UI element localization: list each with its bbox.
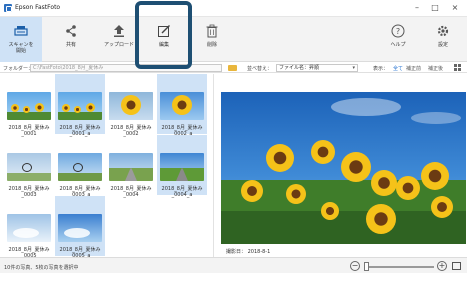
sort-select-value: ファイル名：昇順: [279, 65, 320, 71]
chevron-down-icon: ▾: [352, 65, 355, 71]
folder-bar: フォルダー： C:\FastFoto\2018_8月_夏休み 並べ替え： ファイ…: [0, 62, 467, 73]
folder-browse-icon[interactable]: [228, 65, 237, 71]
thumbnail-item[interactable]: 2018_8月_夏休み _0004_a: [157, 135, 207, 198]
photo-thumbnail: [58, 153, 102, 181]
settings-label: 設定: [437, 42, 448, 48]
zoom-out-button[interactable]: −: [350, 261, 360, 271]
thumbnail-item[interactable]: 2018_8月_夏休み _0001_a: [55, 74, 105, 137]
help-button[interactable]: ? ヘルプ: [380, 17, 416, 62]
status-text: 10件の写真、5枚の写真を選択中: [4, 265, 79, 271]
toolbar: スキャンを 開始 共有 アップロード 編集 削除 ? ヘルプ 設定: [0, 17, 467, 62]
sort-label: 並べ替え：: [247, 66, 273, 72]
delete-button[interactable]: 削除: [192, 17, 232, 62]
thumbnail-item[interactable]: 2018_8月_夏休み _0003_a: [55, 135, 105, 198]
photo-thumbnail: [109, 153, 153, 181]
photo-thumbnail: [109, 92, 153, 120]
settings-button[interactable]: 設定: [424, 17, 462, 62]
grid-view-icon[interactable]: [454, 64, 462, 71]
minimize-button[interactable]: –: [410, 2, 424, 14]
thumbnail-caption: 2018_8月_夏休み _0004_a: [161, 186, 203, 198]
thumbnail-item[interactable]: 2018_8月_夏休み _0001: [4, 74, 54, 137]
display-label: 表示：: [373, 66, 389, 72]
scan-button[interactable]: スキャンを 開始: [0, 17, 42, 62]
thumbnail-item[interactable]: 2018_8月_夏休み _0005: [4, 196, 54, 259]
share-button[interactable]: 共有: [50, 17, 92, 62]
filter-all[interactable]: 全て: [393, 65, 403, 72]
status-bar: 10件の写真、5枚の写真を選択中 − +: [0, 257, 467, 273]
shot-date: 撮影日： 2018-8-1: [226, 249, 271, 255]
sort-select[interactable]: ファイル名：昇順 ▾: [276, 64, 358, 72]
edit-highlight-frame: [135, 1, 192, 69]
photo-thumbnail: [58, 92, 102, 120]
title-bar: Epson FastFoto – □ ×: [0, 0, 467, 17]
share-label: 共有: [65, 42, 76, 48]
thumbnail-item[interactable]: 2018_8月_夏休み _0002_a: [157, 74, 207, 137]
upload-icon: [114, 25, 124, 37]
filter-before[interactable]: 補正前: [406, 65, 421, 72]
zoom-in-button[interactable]: +: [437, 261, 447, 271]
zoom-slider[interactable]: [366, 266, 434, 268]
help-icon: ?: [391, 24, 405, 38]
share-icon: [66, 25, 76, 37]
trash-icon: [206, 24, 218, 38]
preview-foliage-dark: [221, 210, 466, 244]
photo-thumbnail: [7, 92, 51, 120]
app-logo-icon: [4, 4, 12, 12]
folder-path-field[interactable]: C:\FastFoto\2018_8月_夏休み: [30, 64, 222, 72]
photo-thumbnail: [7, 153, 51, 181]
folder-label: フォルダー：: [3, 66, 34, 72]
fit-view-icon[interactable]: [452, 262, 461, 270]
pane-divider[interactable]: [213, 74, 214, 257]
gear-icon: [437, 25, 449, 37]
photo-thumbnail: [160, 153, 204, 181]
zoom-slider-handle[interactable]: [364, 262, 369, 271]
thumbnail-item[interactable]: 2018_8月_夏休み _0004: [106, 135, 156, 198]
photo-thumbnail: [7, 214, 51, 242]
photo-thumbnail: [58, 214, 102, 242]
scanner-icon: [14, 26, 28, 36]
thumbnail-grid: 2018_8月_夏休み _0001 2018_8月_夏休み _0001_a 20…: [0, 74, 213, 259]
thumbnail-item[interactable]: 2018_8月_夏休み _0005_a: [55, 196, 105, 259]
app-title: Epson FastFoto: [15, 4, 61, 11]
thumbnail-item[interactable]: 2018_8月_夏休み _0002: [106, 74, 156, 137]
svg-text:?: ?: [396, 27, 400, 36]
delete-label: 削除: [206, 42, 217, 48]
help-label: ヘルプ: [390, 42, 406, 48]
thumbnail-item[interactable]: 2018_8月_夏休み _0003: [4, 135, 54, 198]
maximize-button[interactable]: □: [428, 2, 442, 14]
close-button[interactable]: ×: [448, 2, 462, 14]
filter-after[interactable]: 補正後: [428, 65, 443, 72]
photo-thumbnail: [160, 92, 204, 120]
scan-label: スキャンを 開始: [8, 42, 34, 54]
photo-preview: [221, 92, 466, 244]
thumbnail-caption: 2018_8月_夏休み _0004: [110, 186, 152, 198]
